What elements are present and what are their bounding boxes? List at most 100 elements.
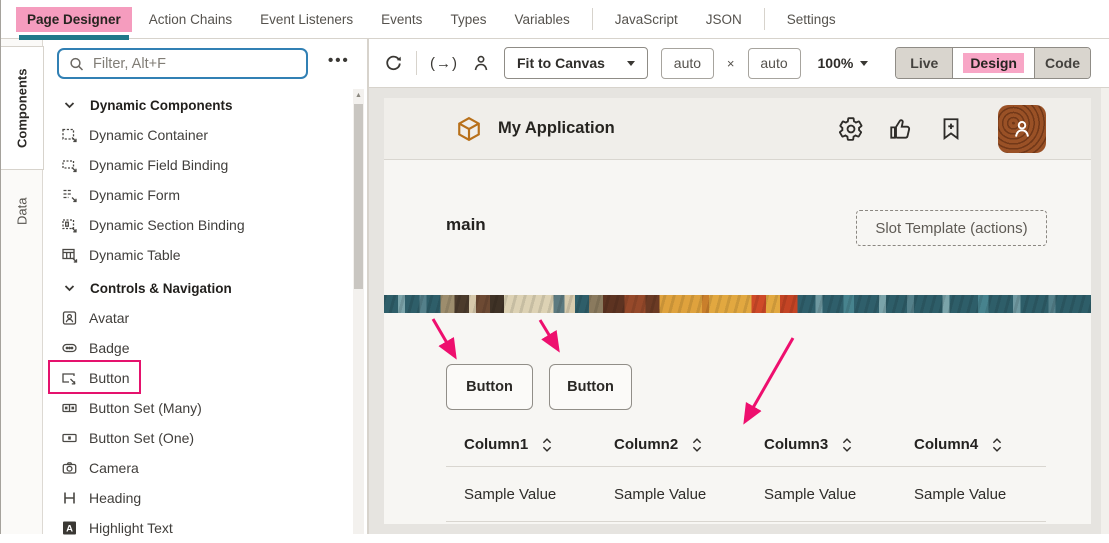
- slot-template-placeholder[interactable]: Slot Template (actions): [856, 210, 1047, 246]
- window-edge: [0, 0, 1, 534]
- component-item-badge[interactable]: Badge: [44, 333, 351, 363]
- sort-icon[interactable]: [541, 436, 553, 454]
- data-table: Column1 Column2 Column3 Column4 Sample V…: [446, 423, 1046, 522]
- tab-events[interactable]: Events: [370, 7, 433, 32]
- sort-icon[interactable]: [841, 436, 853, 454]
- user-avatar[interactable]: [998, 105, 1046, 153]
- table-cell: Sample Value: [896, 467, 1046, 521]
- design-canvas: My Application mai: [368, 88, 1109, 534]
- component-item-highlight-text[interactable]: A Highlight Text: [44, 513, 351, 543]
- person-icon[interactable]: [471, 53, 491, 73]
- component-item-heading[interactable]: Heading: [44, 483, 351, 513]
- tab-javascript[interactable]: JavaScript: [604, 7, 689, 32]
- cube-logo-icon: [456, 116, 482, 142]
- left-rail: Components Data: [1, 39, 43, 534]
- component-item-button-set-one[interactable]: Button Set (One): [44, 423, 351, 453]
- dynamic-table-icon: [61, 247, 78, 263]
- editor-tab-bar: Page Designer Action Chains Event Listen…: [1, 0, 1109, 39]
- canvas-button-1[interactable]: Button: [446, 364, 533, 410]
- canvas-size-select[interactable]: Fit to Canvas: [504, 47, 648, 79]
- scrollbar-thumb[interactable]: [354, 104, 363, 289]
- canvas-scrollbar[interactable]: [1101, 88, 1109, 534]
- chevron-down-icon: [860, 61, 868, 66]
- zoom-level-select[interactable]: 100%: [818, 55, 869, 71]
- camera-icon: [61, 460, 78, 476]
- zoom-level-value: 100%: [818, 55, 854, 71]
- tab-divider: [764, 8, 765, 30]
- toolbar-divider: [416, 51, 417, 75]
- button-set-many-icon: [61, 400, 78, 416]
- go-to-page-icon[interactable]: (→): [430, 55, 458, 72]
- button-set-one-icon: [61, 430, 78, 446]
- dynamic-section-binding-icon: [61, 217, 78, 233]
- sort-icon[interactable]: [691, 436, 703, 454]
- search-input[interactable]: [93, 56, 297, 72]
- bookmark-add-icon[interactable]: [938, 116, 964, 142]
- app-header-actions: [838, 105, 1046, 153]
- tab-event-listeners[interactable]: Event Listeners: [249, 7, 364, 32]
- table-header-row: Column1 Column2 Column3 Column4: [446, 423, 1046, 467]
- table-cell: Sample Value: [446, 467, 596, 521]
- component-item-button[interactable]: Button: [44, 363, 351, 393]
- page-preview[interactable]: My Application mai: [384, 98, 1091, 524]
- app-title: My Application: [498, 119, 615, 138]
- table-cell: Sample Value: [746, 467, 896, 521]
- gear-icon[interactable]: [838, 116, 864, 142]
- tab-types[interactable]: Types: [439, 7, 497, 32]
- component-item-camera[interactable]: Camera: [44, 453, 351, 483]
- column-header-4[interactable]: Column4: [896, 423, 1046, 466]
- mode-design-button[interactable]: Design: [952, 48, 1034, 78]
- column-header-2[interactable]: Column2: [596, 423, 746, 466]
- rail-tab-components[interactable]: Components: [1, 46, 44, 170]
- component-item-dynamic-table[interactable]: Dynamic Table: [44, 240, 351, 270]
- canvas-toolbar: (→) Fit to Canvas × 100% Live Design Cod…: [368, 39, 1109, 88]
- canvas-button-2[interactable]: Button: [549, 364, 632, 410]
- mode-live-button[interactable]: Live: [896, 48, 952, 78]
- components-panel: ••• Dynamic Components Dynamic Container…: [44, 39, 368, 534]
- component-item-button-set-many[interactable]: Button Set (Many): [44, 393, 351, 423]
- heading-icon: [61, 490, 78, 506]
- search-icon: [68, 56, 85, 72]
- rail-tab-data[interactable]: Data: [1, 174, 43, 249]
- tab-settings[interactable]: Settings: [776, 7, 847, 32]
- chevron-down-icon: [627, 61, 635, 66]
- overflow-menu-icon[interactable]: •••: [328, 52, 350, 69]
- sort-icon[interactable]: [991, 436, 1003, 454]
- page-section-title: main: [446, 215, 486, 235]
- table-cell: Sample Value: [596, 467, 746, 521]
- tab-page-designer[interactable]: Page Designer: [16, 7, 132, 32]
- scrollbar-up-arrow-icon[interactable]: ▲: [353, 89, 364, 99]
- mode-switcher: Live Design Code: [895, 47, 1091, 79]
- section-dynamic-components[interactable]: Dynamic Components: [44, 90, 351, 120]
- column-header-1[interactable]: Column1: [446, 423, 596, 466]
- button-icon: [61, 370, 78, 386]
- tab-action-chains[interactable]: Action Chains: [138, 7, 243, 32]
- thumbs-up-icon[interactable]: [888, 116, 914, 142]
- component-tree: Dynamic Components Dynamic Container Dyn…: [44, 90, 351, 543]
- component-item-avatar[interactable]: Avatar: [44, 303, 351, 333]
- canvas-width-input[interactable]: [661, 48, 714, 79]
- dimension-separator: ×: [727, 56, 735, 71]
- component-item-dynamic-field-binding[interactable]: Dynamic Field Binding: [44, 150, 351, 180]
- badge-icon: [61, 340, 78, 356]
- chevron-down-icon: [61, 97, 78, 113]
- svg-text:A: A: [66, 524, 73, 535]
- component-filter-field[interactable]: [57, 48, 308, 79]
- component-item-dynamic-container[interactable]: Dynamic Container: [44, 120, 351, 150]
- component-item-dynamic-form[interactable]: Dynamic Form: [44, 180, 351, 210]
- canvas-size-value: Fit to Canvas: [517, 55, 605, 71]
- refresh-icon[interactable]: [384, 54, 403, 73]
- section-controls-navigation[interactable]: Controls & Navigation: [44, 273, 351, 303]
- tab-json[interactable]: JSON: [695, 7, 753, 32]
- canvas-height-input[interactable]: [748, 48, 801, 79]
- dynamic-container-icon: [61, 127, 78, 143]
- column-header-3[interactable]: Column3: [746, 423, 896, 466]
- component-item-dynamic-section-binding[interactable]: Dynamic Section Binding: [44, 210, 351, 240]
- app-header: My Application: [384, 98, 1091, 160]
- table-row[interactable]: Sample Value Sample Value Sample Value S…: [446, 467, 1046, 522]
- panel-scrollbar[interactable]: ▲: [353, 89, 364, 534]
- dynamic-form-icon: [61, 187, 78, 203]
- tab-variables[interactable]: Variables: [503, 7, 580, 32]
- chevron-down-icon: [61, 280, 78, 296]
- mode-code-button[interactable]: Code: [1034, 48, 1090, 78]
